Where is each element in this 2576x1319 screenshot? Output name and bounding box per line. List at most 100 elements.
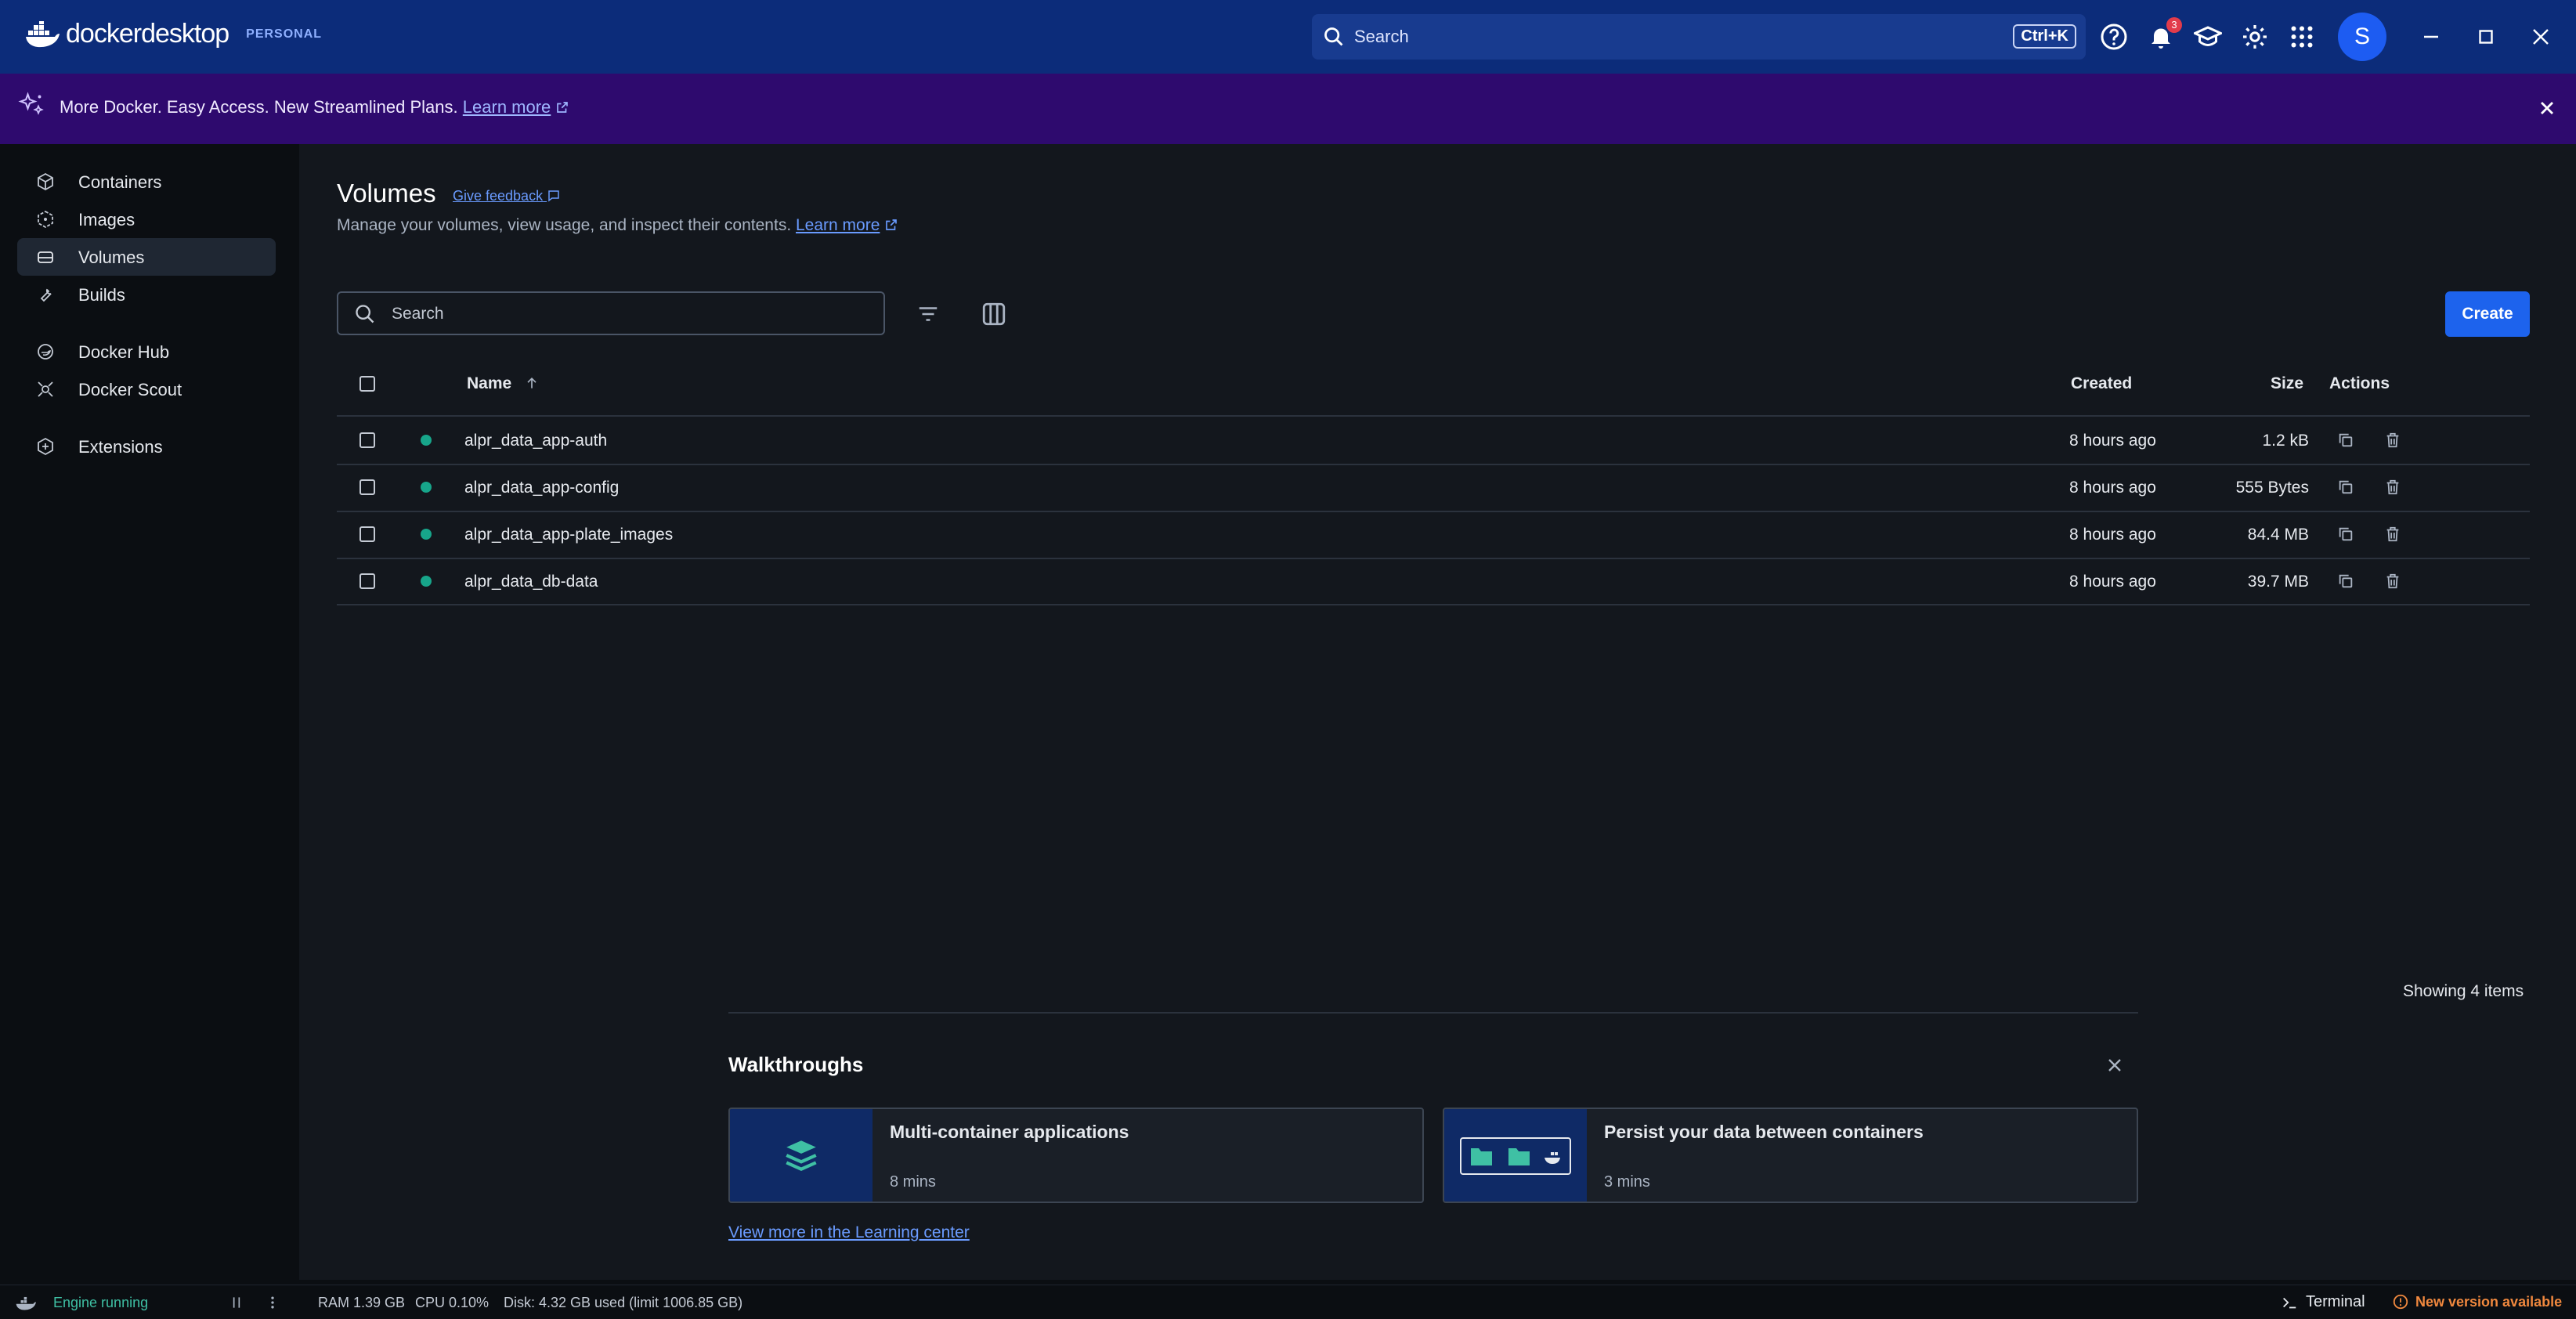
column-header-name[interactable]: Name	[467, 374, 540, 393]
sidebar-item-containers[interactable]: Containers	[17, 163, 276, 201]
volume-size: 1.2 kB	[2262, 432, 2309, 450]
title-bar: dockerdesktop PERSONAL Search Ctrl+K 3 S	[0, 0, 2576, 74]
docker-whale-icon	[16, 1296, 36, 1310]
columns-icon[interactable]	[981, 301, 1007, 327]
in-use-status-dot	[421, 576, 432, 587]
volume-name[interactable]: alpr_data_db-data	[464, 573, 598, 591]
banner-learn-more-link[interactable]: Learn more	[463, 97, 551, 117]
learning-center-icon[interactable]	[2194, 23, 2222, 51]
create-volume-button[interactable]: Create	[2445, 291, 2530, 337]
volume-size: 39.7 MB	[2247, 573, 2309, 591]
settings-gear-icon[interactable]	[2241, 23, 2269, 51]
table-bottom-divider	[337, 604, 2530, 605]
sidebar-item-label: Containers	[78, 172, 162, 192]
walkthrough-card-duration: 3 mins	[1604, 1173, 1650, 1191]
walkthroughs-divider	[728, 1012, 2138, 1014]
maximize-icon[interactable]	[2472, 23, 2500, 51]
clone-icon[interactable]	[2337, 432, 2354, 449]
delete-icon[interactable]	[2384, 479, 2401, 496]
sidebar-item-images[interactable]: Images	[17, 201, 276, 238]
clone-icon[interactable]	[2337, 573, 2354, 590]
search-icon	[1324, 27, 1343, 46]
volume-name[interactable]: alpr_data_app-plate_images	[464, 526, 673, 544]
banner-close-icon[interactable]	[2536, 97, 2558, 119]
table-row[interactable]: alpr_data_app-config 8 hours ago 555 Byt…	[337, 464, 2530, 511]
delete-icon[interactable]	[2384, 526, 2401, 543]
sidebar-item-label: Builds	[78, 285, 125, 305]
volume-size: 555 Bytes	[2235, 479, 2309, 497]
sidebar-item-docker-scout[interactable]: Docker Scout	[17, 370, 276, 408]
help-icon[interactable]	[2100, 23, 2128, 51]
minimize-icon[interactable]	[2417, 23, 2445, 51]
clone-icon[interactable]	[2337, 526, 2354, 543]
select-all-checkbox[interactable]	[359, 376, 375, 392]
images-icon	[38, 210, 53, 229]
sidebar-item-label: Docker Scout	[78, 380, 182, 399]
walkthrough-card-persist-data[interactable]: Persist your data between containers 3 m…	[1443, 1108, 2138, 1203]
docker-logo: dockerdesktop PERSONAL	[25, 19, 322, 49]
cpu-usage: CPU 0.10%	[415, 1295, 490, 1310]
walkthrough-thumbnail	[730, 1109, 873, 1202]
subtitle-learn-more-link[interactable]: Learn more	[796, 216, 880, 234]
plan-label: PERSONAL	[246, 27, 323, 41]
user-avatar[interactable]: S	[2338, 13, 2386, 61]
banner-message: More Docker. Easy Access. New Streamline…	[60, 97, 458, 117]
walkthrough-card-multi-container[interactable]: Multi-container applications 8 mins	[728, 1108, 1424, 1203]
promo-banner: More Docker. Easy Access. New Streamline…	[0, 74, 2576, 144]
volume-size: 84.4 MB	[2247, 526, 2309, 544]
table-row[interactable]: alpr_data_app-auth 8 hours ago 1.2 kB	[337, 417, 2530, 464]
row-checkbox[interactable]	[359, 479, 375, 495]
walkthrough-card-title: Multi-container applications	[890, 1122, 1129, 1142]
volume-name[interactable]: alpr_data_app-auth	[464, 432, 607, 450]
delete-icon[interactable]	[2384, 432, 2401, 449]
give-feedback-link[interactable]: Give feedback	[453, 188, 561, 204]
warning-icon	[2393, 1294, 2408, 1310]
global-search-label: Search	[1354, 27, 1409, 46]
sidebar: Containers Images Volumes Builds Docker …	[0, 144, 299, 1280]
volume-name[interactable]: alpr_data_app-config	[464, 479, 619, 497]
volume-created: 8 hours ago	[2069, 432, 2156, 450]
walkthrough-card-title: Persist your data between containers	[1604, 1122, 1924, 1142]
update-available-notice[interactable]: New version available	[2392, 1293, 2562, 1310]
search-placeholder: Search	[392, 305, 444, 323]
clone-icon[interactable]	[2337, 479, 2354, 496]
column-header-size[interactable]: Size	[2271, 374, 2303, 393]
terminal-button[interactable]: Terminal	[2281, 1293, 2365, 1311]
more-options-icon[interactable]	[265, 1295, 280, 1310]
walkthroughs-close-icon[interactable]	[2104, 1054, 2126, 1076]
give-feedback-label: Give feedback	[453, 188, 544, 204]
close-window-icon[interactable]	[2527, 23, 2555, 51]
delete-icon[interactable]	[2384, 573, 2401, 590]
sidebar-item-volumes[interactable]: Volumes	[17, 238, 276, 276]
terminal-icon	[2283, 1297, 2296, 1308]
table-row[interactable]: alpr_data_app-plate_images 8 hours ago 8…	[337, 511, 2530, 558]
sidebar-item-label: Docker Hub	[78, 342, 170, 362]
row-checkbox[interactable]	[359, 526, 375, 542]
filter-icon[interactable]	[915, 302, 941, 326]
volume-search-input[interactable]: Search	[337, 291, 885, 335]
pause-icon[interactable]	[229, 1295, 244, 1310]
sidebar-item-docker-hub[interactable]: Docker Hub	[17, 333, 276, 370]
learning-center-link[interactable]: View more in the Learning center	[728, 1223, 970, 1242]
sidebar-item-label: Volumes	[78, 248, 145, 267]
row-checkbox[interactable]	[359, 573, 375, 589]
sidebar-item-extensions[interactable]: Extensions	[17, 428, 276, 465]
engine-status: Engine running	[53, 1295, 149, 1310]
docker-whale-icon	[26, 20, 60, 47]
volumes-icon	[38, 251, 53, 263]
subtitle-text: Manage your volumes, view usage, and ins…	[337, 216, 792, 234]
table-row[interactable]: alpr_data_db-data 8 hours ago 39.7 MB	[337, 558, 2530, 605]
apps-grid-icon[interactable]	[2288, 23, 2316, 51]
in-use-status-dot	[421, 482, 432, 493]
row-checkbox[interactable]	[359, 432, 375, 448]
volume-created: 8 hours ago	[2069, 479, 2156, 497]
walkthrough-card-duration: 8 mins	[890, 1173, 936, 1191]
sidebar-item-builds[interactable]: Builds	[17, 276, 276, 313]
global-search[interactable]: Search Ctrl+K	[1312, 14, 2086, 60]
in-use-status-dot	[421, 435, 432, 446]
terminal-label: Terminal	[2306, 1293, 2365, 1310]
sort-ascending-icon	[527, 377, 537, 388]
external-link-icon	[886, 219, 898, 230]
persist-data-illustration-icon	[1460, 1137, 1571, 1175]
column-header-created[interactable]: Created	[2071, 374, 2132, 393]
